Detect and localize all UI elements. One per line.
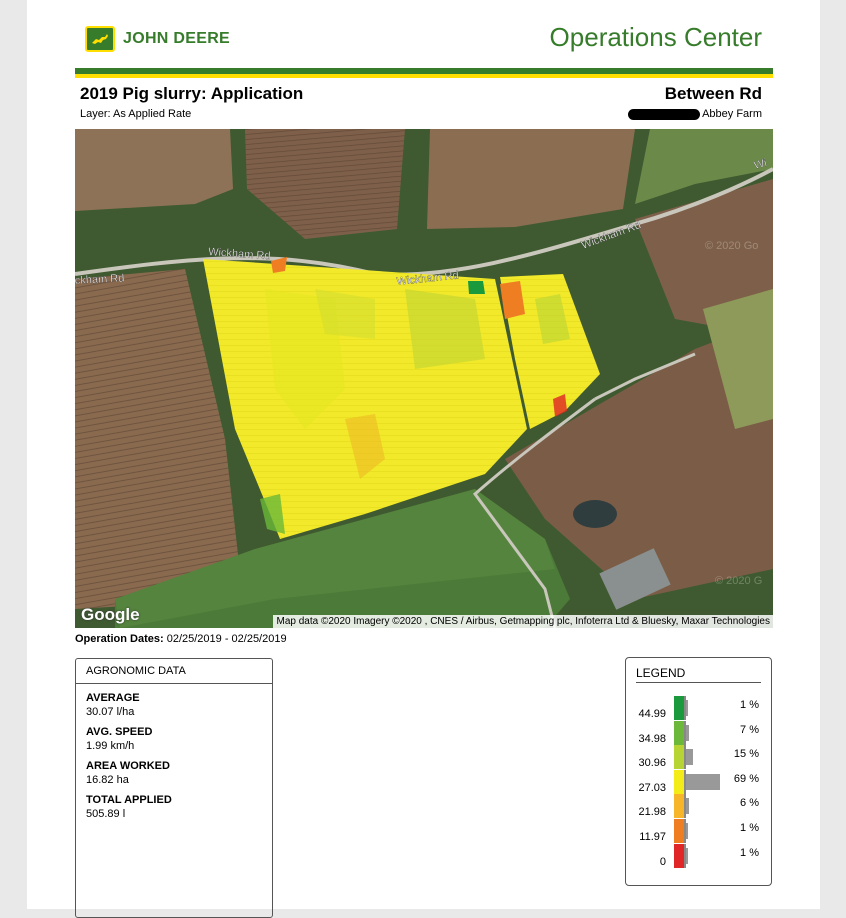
report-title: 2019 Pig slurry: Application [80,84,304,103]
app-title: Operations Center [549,22,762,52]
legend-row: 11.97 1 % [626,819,773,843]
agronomic-label: AVG. SPEED [86,726,153,738]
layer-label: Layer: As Applied Rate [80,108,192,120]
legend-value: 11.97 [639,831,666,843]
legend-divider [636,682,761,683]
report-page: JOHN DEERE Operations Center 2019 Pig sl… [27,0,820,918]
operation-dates-value: 02/25/2019 - 02/25/2019 [166,633,287,645]
google-watermark: Google [81,605,140,624]
legend-percent: 69 % [733,772,759,785]
legend-histogram-bar [686,773,720,790]
agronomic-item-area-worked: AREA WORKED 16.82 ha [76,760,272,786]
agronomic-value: 16.82 ha [86,774,129,786]
legend-histogram-bar [686,700,688,716]
legend-value: 44.99 [638,708,666,720]
legend-swatch [674,769,684,794]
legend-histogram-bar [686,823,688,839]
legend-percent: 6 % [740,797,759,810]
agronomic-label: AVERAGE [86,692,140,704]
agronomic-item-avg-speed: AVG. SPEED 1.99 km/h [76,726,272,752]
legend-swatch [674,696,684,720]
agronomic-item-average: AVERAGE 30.07 l/ha [76,692,272,718]
john-deere-logo: JOHN DEERE [85,26,230,52]
field-name: Between Rd [664,84,762,103]
legend-percent: 7 % [740,723,759,736]
agronomic-value: 30.07 l/ha [86,706,135,718]
agronomic-value: 1.99 km/h [86,740,135,752]
legend-value: 34.98 [638,732,666,745]
legend-swatch [674,745,684,770]
operation-dates: Operation Dates: 02/25/2019 - 02/25/2019 [75,633,287,645]
legend-percent: 1 % [740,822,759,834]
farm-line: Abbey Farm [628,108,762,120]
legend-panel: LEGEND 44.99 1 % 34.98 7 % 30.96 15 % 27.03 69 … [625,657,772,886]
farm-name: Abbey Farm [702,108,762,120]
legend-percent: 1 % [740,699,759,711]
legend-heading: LEGEND [636,666,686,680]
legend-value: 21.98 [638,806,666,819]
operation-dates-label: Operation Dates: [75,633,164,645]
legend-histogram-bar [686,749,694,766]
legend-value: 27.03 [638,781,666,794]
legend-row: 27.03 69 % [626,769,773,794]
legend-swatch [674,720,684,745]
legend-percent: 15 % [733,748,759,761]
legend-value: 0 [659,855,666,868]
legend-row: 30.96 15 % [626,745,773,770]
agronomic-data-panel: AGRONOMIC DATA AVERAGE 30.07 l/ha AVG. S… [75,658,273,918]
redaction-mark [628,108,701,120]
legend-swatch [674,819,684,843]
legend-value: 30.96 [638,757,666,770]
legend-histogram-bar [686,798,689,815]
satellite-map[interactable]: Wickham Rd Wickham Rd Wickham Rd ckham R… [75,129,773,628]
legend-row: 34.98 7 % [626,720,773,745]
legend-swatch [674,794,684,819]
legend-histogram-bar [686,724,690,741]
legend-percent: 1 % [740,846,759,859]
agronomic-item-total-applied: TOTAL APPLIED 505.89 l [76,794,272,820]
agronomic-value: 505.89 l [86,808,126,820]
agronomic-label: TOTAL APPLIED [86,794,172,806]
legend-row: 44.99 1 % [626,696,773,720]
agronomic-data-heading: AGRONOMIC DATA [76,659,272,684]
legend-row: 0 1 % [626,843,773,868]
map-copyright-mark: © 2020 G [715,575,762,587]
legend-swatch [674,843,684,868]
header-divider-yellow [75,74,773,78]
map-copyright-mark: © 2020 Go [705,240,758,252]
agronomic-label: AREA WORKED [86,760,170,772]
legend-row: 21.98 6 % [626,794,773,819]
brand-name: JOHN DEERE [123,30,231,47]
legend-histogram-bar [686,847,688,864]
map-attribution: Map data ©2020 Imagery ©2020 , CNES / Ai… [273,615,773,628]
deer-icon [85,26,115,52]
